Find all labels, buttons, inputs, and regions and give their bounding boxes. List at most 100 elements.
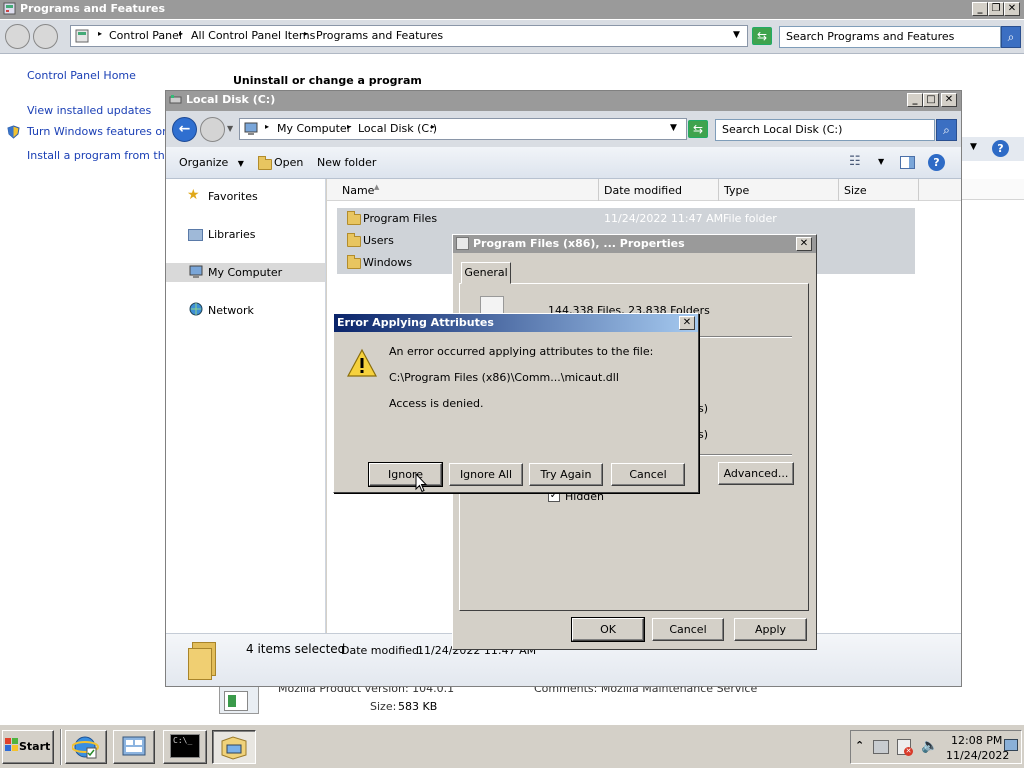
close-button[interactable]: ✕ [941, 93, 957, 107]
close-button[interactable]: ✕ [1004, 2, 1020, 16]
ok-button[interactable]: OK [571, 617, 645, 642]
view-installed-updates-link[interactable]: View installed updates [27, 104, 151, 117]
taskbar-ie-button[interactable] [65, 730, 107, 764]
organize-menu[interactable]: Organize ▼ [179, 156, 244, 169]
new-folder-button[interactable]: New folder [317, 156, 376, 169]
drive-icon [169, 95, 182, 104]
file-name: Users [363, 234, 394, 247]
restore-button[interactable]: ❐ [988, 2, 1004, 16]
dropdown-arrow-icon[interactable]: ▼ [970, 142, 977, 152]
column-type[interactable]: Type [724, 184, 749, 197]
folder-icon [347, 211, 361, 225]
apply-button[interactable]: Apply [734, 618, 807, 641]
error-reason: Access is denied. [389, 397, 484, 410]
breadcrumb-item[interactable]: Programs and Features [316, 29, 443, 42]
address-field[interactable]: ▸ My Computer ▸ Local Disk (C:) ▸ ▼ [239, 118, 687, 140]
selection-count: 4 items selected [246, 642, 346, 656]
close-button[interactable]: ✕ [679, 316, 695, 330]
back-button[interactable]: ← [172, 117, 197, 142]
file-name: Windows [363, 256, 413, 269]
taskbar-cmd-button[interactable]: C:\_ [163, 730, 207, 764]
advanced-button[interactable]: Advanced... [718, 462, 794, 485]
close-button[interactable]: ✕ [796, 237, 812, 251]
error-dialog: Error Applying Attributes ✕ An error occ… [333, 313, 699, 493]
volume-icon[interactable]: 🔈 [921, 738, 938, 754]
computer-icon [189, 265, 203, 278]
breadcrumb-item[interactable]: All Control Panel Items [191, 29, 315, 42]
views-icon[interactable]: ☷ [849, 154, 861, 169]
refresh-button[interactable]: ⇆ [752, 27, 772, 45]
help-icon[interactable]: ? [992, 140, 1009, 157]
libraries-icon [188, 229, 203, 241]
sort-arrow-icon: ▲ [374, 183, 380, 191]
date-modified-label: Date modified: [341, 644, 423, 657]
preview-pane-icon[interactable] [900, 156, 915, 169]
taskbar-explorer-button[interactable] [212, 730, 256, 764]
clock-time[interactable]: 12:08 PM [951, 734, 1002, 747]
forward-button[interactable] [200, 117, 225, 142]
navigation-pane: ★ Favorites Libraries My Computer Networ… [166, 179, 326, 633]
minimize-button[interactable]: _ [972, 2, 988, 16]
recent-pages-icon[interactable]: ▼ [227, 124, 233, 133]
column-size[interactable]: Size [844, 184, 867, 197]
taskbar-server-manager-button[interactable] [113, 730, 155, 764]
column-date-modified[interactable]: Date modified [604, 184, 682, 197]
maximize-button[interactable]: □ [923, 93, 939, 107]
mouse-cursor-icon [415, 473, 427, 493]
shield-icon [7, 125, 20, 139]
action-center-icon[interactable]: ✕ [897, 739, 913, 756]
cancel-button[interactable]: Cancel [652, 618, 724, 641]
breadcrumb-item[interactable]: Local Disk (C:) [358, 122, 437, 135]
column-name[interactable]: Name [342, 184, 374, 197]
error-path: C:\Program Files (x86)\Comm...\micaut.dl… [389, 371, 619, 384]
breadcrumb-item[interactable]: My Computer [277, 122, 351, 135]
show-desktop-icon[interactable] [1004, 739, 1018, 751]
show-hidden-icons-icon[interactable]: ⌃ [855, 739, 864, 752]
open-button[interactable]: Open [274, 156, 303, 169]
ignore-button[interactable]: Ignore [368, 462, 443, 487]
network-tray-icon[interactable] [873, 740, 889, 754]
ignore-all-button[interactable]: Ignore All [449, 463, 523, 486]
properties-title: Program Files (x86), ... Properties [473, 237, 685, 250]
table-row[interactable]: Program Files 11/24/2022 11:47 AM File f… [337, 208, 915, 230]
search-input[interactable]: Search Programs and Features [779, 26, 1001, 48]
cancel-button[interactable]: Cancel [611, 463, 685, 486]
search-icon[interactable]: ⌕ [1001, 26, 1021, 48]
help-icon[interactable]: ? [928, 154, 945, 171]
search-icon[interactable]: ⌕ [936, 119, 957, 141]
back-button[interactable] [5, 24, 30, 49]
nav-my-computer[interactable]: My Computer [208, 266, 282, 279]
warning-icon [346, 348, 378, 377]
programs-features-titlebar[interactable]: Programs and Features [0, 0, 1024, 19]
tab-general[interactable]: General [461, 262, 511, 284]
explorer-titlebar[interactable]: Local Disk (C:) [166, 91, 961, 111]
error-titlebar[interactable]: Error Applying Attributes [334, 314, 698, 332]
control-panel-home-link[interactable]: Control Panel Home [27, 69, 136, 82]
minimize-button[interactable]: _ [907, 93, 923, 107]
nav-network[interactable]: Network [208, 304, 254, 317]
address-field[interactable]: ▸ Control Panel ▸ All Control Panel Item… [70, 25, 748, 47]
forward-button[interactable] [33, 24, 58, 49]
search-input[interactable]: Search Local Disk (C:) [715, 119, 935, 141]
nav-favorites[interactable]: Favorites [208, 190, 258, 203]
windows-features-link[interactable]: Turn Windows features on o [27, 125, 179, 138]
file-date: 11/24/2022 11:47 AM [604, 212, 724, 225]
breadcrumb-item[interactable]: Control Panel [109, 29, 182, 42]
properties-titlebar[interactable]: Program Files (x86), ... Properties [453, 235, 816, 253]
server-manager-icon [122, 736, 146, 756]
open-folder-icon [258, 156, 272, 170]
dropdown-arrow-icon[interactable]: ▼ [733, 30, 740, 40]
refresh-button[interactable]: ⇆ [688, 120, 708, 138]
folder-icon [347, 233, 361, 247]
breadcrumb-sep-icon: ▸ [431, 122, 436, 131]
start-button[interactable]: Start [2, 730, 54, 764]
nav-libraries[interactable]: Libraries [208, 228, 256, 241]
page-heading: Uninstall or change a program [233, 74, 422, 87]
try-again-button[interactable]: Try Again [529, 463, 603, 486]
notification-area: ⌃ ✕ 🔈 12:08 PM 11/24/2022 [850, 730, 1022, 764]
program-icon [219, 686, 259, 714]
dropdown-arrow-icon[interactable]: ▼ [670, 123, 677, 133]
clock-date[interactable]: 11/24/2022 [946, 749, 1009, 762]
dropdown-arrow-icon[interactable]: ▼ [878, 157, 884, 166]
size-label: Size: [370, 700, 397, 713]
